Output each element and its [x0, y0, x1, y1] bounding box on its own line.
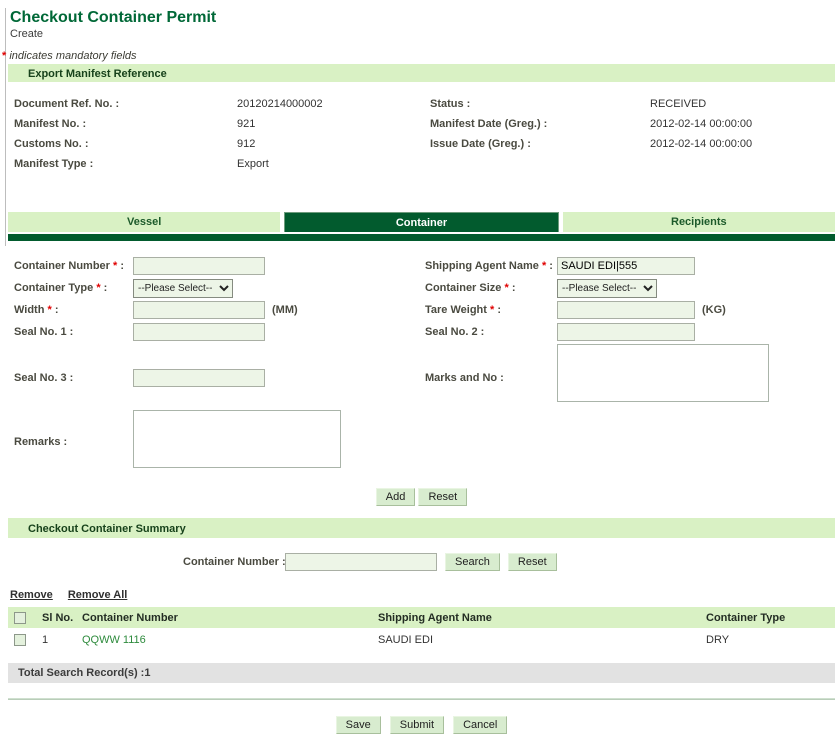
- manifest-type-label: Manifest Type :: [14, 158, 93, 170]
- cell-sl-no: 1: [36, 628, 76, 652]
- add-button[interactable]: Add: [376, 488, 416, 506]
- container-number-link[interactable]: QQWW 1116: [82, 634, 146, 646]
- manifest-no-label: Manifest No. :: [14, 118, 86, 130]
- column-header-sl-no: Sl No.: [36, 607, 76, 628]
- remarks-textarea[interactable]: [133, 410, 341, 468]
- left-frame-rule: [5, 8, 6, 246]
- manifest-date-value: 2012-02-14 00:00:00: [650, 118, 752, 130]
- search-button[interactable]: Search: [445, 553, 500, 571]
- manifest-row: Customs No. : 912 Issue Date (Greg.) : 2…: [8, 138, 835, 158]
- column-header-container-type: Container Type: [700, 607, 835, 628]
- row-checkbox[interactable]: [14, 634, 26, 646]
- container-type-select[interactable]: --Please Select--: [133, 279, 233, 298]
- status-value: RECEIVED: [650, 98, 706, 110]
- manifest-row: Manifest No. : 921 Manifest Date (Greg.)…: [8, 118, 835, 138]
- summary-search-row: Container Number : Search Reset: [8, 553, 835, 575]
- width-unit-label: (MM): [272, 304, 298, 316]
- manifest-row: Document Ref. No. : 20120214000002 Statu…: [8, 98, 835, 118]
- footer-actions: Save Submit Cancel: [8, 716, 835, 734]
- reset-button[interactable]: Reset: [418, 488, 467, 506]
- remarks-label: Remarks :: [14, 436, 67, 448]
- tare-weight-unit-label: (KG): [702, 304, 726, 316]
- tare-weight-label: Tare Weight * :: [425, 304, 501, 316]
- submit-button[interactable]: Submit: [390, 716, 444, 734]
- search-container-number-label: Container Number :: [183, 556, 286, 568]
- width-label: Width * :: [14, 304, 59, 316]
- page-content: Checkout Container Permit Create * indic…: [8, 0, 835, 734]
- container-size-label: Container Size * :: [425, 282, 515, 294]
- manifest-reference-grid: Document Ref. No. : 20120214000002 Statu…: [8, 98, 835, 194]
- doc-ref-value: 20120214000002: [237, 98, 323, 110]
- total-records-bar: Total Search Record(s) :1: [8, 663, 835, 683]
- manifest-date-label: Manifest Date (Greg.) :: [430, 118, 547, 130]
- width-input[interactable]: [133, 301, 265, 319]
- remove-links-row: Remove Remove All: [10, 589, 835, 601]
- seal-1-label: Seal No. 1 :: [14, 326, 73, 338]
- container-form: Container Number * : Shipping Agent Name…: [8, 254, 835, 480]
- marks-and-no-label: Marks and No :: [425, 372, 504, 384]
- required-asterisk: *: [2, 50, 6, 62]
- mandatory-fields-note: * indicates mandatory fields: [2, 50, 835, 62]
- summary-table: Sl No. Container Number Shipping Agent N…: [8, 607, 835, 653]
- save-button[interactable]: Save: [336, 716, 381, 734]
- footer-divider: [8, 698, 835, 700]
- tab-recipients[interactable]: Recipients: [563, 212, 835, 232]
- search-container-number-input[interactable]: [285, 553, 437, 571]
- seal-1-input[interactable]: [133, 323, 265, 341]
- manifest-no-value: 921: [237, 118, 255, 130]
- manifest-type-value: Export: [237, 158, 269, 170]
- seal-3-label: Seal No. 3 :: [14, 372, 73, 384]
- seal-3-input[interactable]: [133, 369, 265, 387]
- seal-2-input[interactable]: [557, 323, 695, 341]
- page-title: Checkout Container Permit: [10, 9, 835, 27]
- shipping-agent-input[interactable]: [557, 257, 695, 275]
- doc-ref-label: Document Ref. No. :: [14, 98, 119, 110]
- container-type-label: Container Type * :: [14, 282, 107, 294]
- container-number-input[interactable]: [133, 257, 265, 275]
- manifest-row: Manifest Type : Export: [8, 158, 835, 178]
- cell-container-type: DRY: [700, 628, 835, 652]
- search-reset-button[interactable]: Reset: [508, 553, 557, 571]
- seal-2-label: Seal No. 2 :: [425, 326, 484, 338]
- issue-date-label: Issue Date (Greg.) :: [430, 138, 531, 150]
- tab-container[interactable]: Container: [284, 212, 558, 232]
- cell-shipping-agent: SAUDI EDI: [372, 628, 700, 652]
- tab-bar: Vessel Container Recipients: [8, 212, 835, 232]
- summary-table-header-row: Sl No. Container Number Shipping Agent N…: [8, 607, 835, 628]
- status-label: Status :: [430, 98, 470, 110]
- table-row: 1 QQWW 1116 SAUDI EDI DRY: [8, 628, 835, 652]
- customs-no-value: 912: [237, 138, 255, 150]
- select-all-checkbox[interactable]: [14, 612, 26, 624]
- remove-all-link[interactable]: Remove All: [68, 589, 128, 601]
- issue-date-value: 2012-02-14 00:00:00: [650, 138, 752, 150]
- cancel-button[interactable]: Cancel: [453, 716, 507, 734]
- form-actions: Add Reset: [8, 488, 835, 506]
- tare-weight-input[interactable]: [557, 301, 695, 319]
- column-header-shipping-agent: Shipping Agent Name: [372, 607, 700, 628]
- container-number-label: Container Number * :: [14, 260, 124, 272]
- tab-vessel[interactable]: Vessel: [8, 212, 280, 232]
- section-header-summary: Checkout Container Summary: [8, 518, 835, 540]
- remove-link[interactable]: Remove: [10, 589, 53, 601]
- column-header-container-number: Container Number: [76, 607, 372, 628]
- page-subtitle: Create: [10, 28, 835, 40]
- customs-no-label: Customs No. :: [14, 138, 89, 150]
- tab-underbar: [8, 234, 835, 241]
- container-size-select[interactable]: --Please Select--: [557, 279, 657, 298]
- section-header-export-manifest: Export Manifest Reference: [8, 64, 835, 84]
- marks-and-no-textarea[interactable]: [557, 344, 769, 402]
- shipping-agent-label: Shipping Agent Name * :: [425, 260, 553, 272]
